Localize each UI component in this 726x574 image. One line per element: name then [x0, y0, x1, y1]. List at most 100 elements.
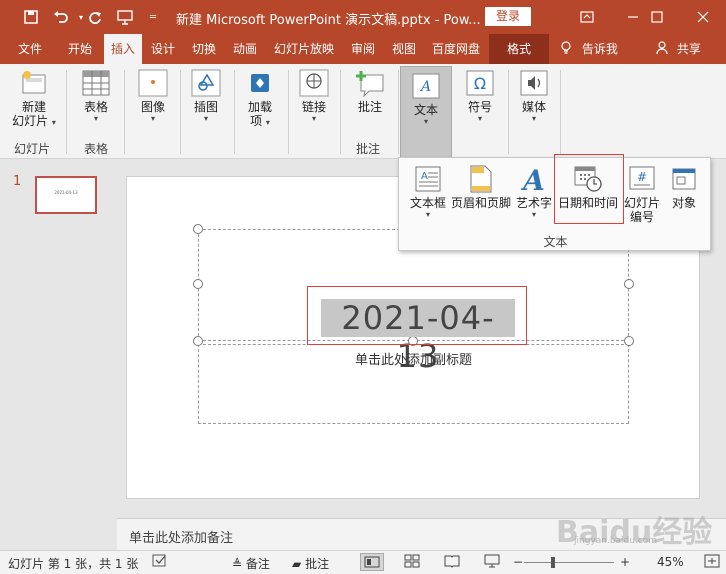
media-button[interactable]: 媒体 ▾	[514, 68, 554, 130]
divider	[288, 70, 289, 154]
object-button[interactable]: 对象	[663, 162, 705, 210]
symbols-button[interactable]: Ω 符号 ▾	[460, 68, 500, 130]
comments-toggle[interactable]: ▰ 批注	[292, 555, 329, 572]
fit-to-window-icon[interactable]	[704, 554, 720, 571]
addins-button[interactable]: 加载 项 ▾	[240, 68, 280, 130]
person-icon	[656, 41, 674, 56]
ribbon-display-icon[interactable]	[564, 0, 610, 34]
thumbnail-number: 1	[13, 174, 22, 189]
wordart-button[interactable]: A 艺术字 ▾	[513, 162, 555, 220]
resize-handle[interactable]	[624, 279, 634, 289]
table-label: 表格	[83, 100, 108, 114]
illustrations-button[interactable]: 插图 ▾	[186, 68, 226, 130]
textbox-icon: A	[407, 162, 449, 196]
group-label-comments: 批注	[356, 142, 381, 156]
redo-icon[interactable]	[84, 6, 106, 28]
text-button[interactable]: A 文本 ▾	[400, 66, 452, 158]
tab-insert[interactable]: 插入	[104, 34, 142, 64]
text-label: 文本	[413, 103, 438, 117]
document-title: 新建 Microsoft PowerPoint 演示文稿.pptx - Pow.…	[176, 13, 481, 28]
zoom-in-button[interactable]: +	[620, 555, 630, 569]
normal-view-button[interactable]	[360, 553, 384, 571]
tab-home[interactable]: 开始	[60, 34, 100, 64]
status-bar: 幻灯片 第 1 张，共 1 张 ≜ 备注 ▰ 批注 − + 45%	[0, 550, 726, 574]
new-slide-button[interactable]: 新建 幻灯片 ▾	[8, 68, 60, 130]
thumbnail-date: 2021-04-13	[54, 190, 78, 195]
tab-design[interactable]: 设计	[145, 34, 181, 64]
tab-slideshow[interactable]: 幻灯片放映	[268, 34, 340, 64]
tab-file[interactable]: 文件	[8, 34, 52, 64]
wordart-label: 艺术字	[515, 196, 552, 210]
slide-count-status: 幻灯片 第 1 张，共 1 张	[8, 557, 139, 571]
svg-text:Ω: Ω	[474, 74, 486, 93]
group-label-tables: 表格	[84, 142, 109, 156]
customize-icon[interactable]: ═	[142, 6, 164, 28]
slide-sorter-icon[interactable]	[404, 554, 420, 571]
zoom-out-button[interactable]: −	[513, 555, 523, 569]
comment-icon	[353, 68, 387, 98]
maximize-icon[interactable]	[634, 0, 680, 34]
header-footer-button[interactable]: 页眉和页脚	[449, 162, 513, 210]
notes-icon: ≜	[232, 557, 243, 571]
datetime-highlight-box	[554, 154, 624, 224]
table-button[interactable]: 表格 ▾	[74, 68, 118, 130]
resize-handle[interactable]	[193, 279, 203, 289]
subtitle-placeholder-text: 单击此处添加副标题	[354, 353, 472, 368]
resize-handle[interactable]	[193, 224, 203, 234]
new-slide-icon	[17, 68, 51, 98]
save-icon[interactable]	[20, 6, 42, 28]
undo-icon[interactable]	[50, 6, 72, 28]
comment-button[interactable]: 批注	[348, 68, 392, 130]
divider	[398, 70, 399, 154]
link-icon	[297, 68, 331, 98]
comment-label: 批注	[357, 100, 382, 114]
table-icon	[79, 68, 113, 98]
svg-text:A: A	[419, 79, 431, 95]
close-icon[interactable]	[680, 0, 726, 34]
zoom-slider-thumb[interactable]	[551, 557, 555, 568]
reading-view-icon[interactable]	[444, 554, 460, 571]
presenter-icon[interactable]	[114, 6, 136, 28]
divider	[508, 70, 509, 154]
slide-number-button[interactable]: # 幻灯片 编号	[621, 162, 663, 224]
spellcheck-icon[interactable]	[152, 554, 168, 571]
shapes-icon	[189, 68, 223, 98]
slide-thumbnail[interactable]: 2021-04-13	[35, 176, 97, 214]
illustrations-label: 插图	[193, 100, 218, 114]
watermark-url: jingyan.baidu.com	[574, 536, 658, 546]
slideshow-icon[interactable]	[484, 554, 500, 571]
image-button[interactable]: 图像 ▾	[132, 68, 174, 130]
tab-animations[interactable]: 动画	[226, 34, 264, 64]
tab-format[interactable]: 格式	[489, 34, 549, 64]
share-button[interactable]: 共享	[656, 34, 701, 64]
resize-handle[interactable]	[624, 336, 634, 346]
addins-label-2: 项	[250, 114, 263, 128]
image-icon	[136, 68, 170, 98]
tab-baidu-netdisk[interactable]: 百度网盘	[426, 34, 486, 64]
notes-placeholder: 单击此处添加备注	[129, 531, 234, 546]
share-label: 共享	[676, 42, 701, 56]
zoom-slider-track[interactable]	[524, 562, 614, 563]
tell-me[interactable]: 告诉我	[560, 34, 618, 64]
link-label: 链接	[301, 100, 326, 114]
link-button[interactable]: 链接 ▾	[294, 68, 334, 130]
resize-handle[interactable]	[193, 336, 203, 346]
header-footer-icon	[449, 162, 513, 196]
divider	[234, 70, 235, 154]
textbox-button[interactable]: A 文本框 ▾	[407, 162, 449, 220]
zoom-level[interactable]: 45%	[657, 555, 684, 569]
ribbon: 新建 幻灯片 ▾ 幻灯片 表格 ▾ 表格 图像 ▾ 插图 ▾ 加载 项 ▾ 链接…	[0, 64, 726, 159]
login-button[interactable]: 登录	[485, 7, 531, 26]
date-highlight-box	[307, 286, 527, 345]
divider	[66, 70, 67, 154]
divider	[180, 70, 181, 154]
tab-transitions[interactable]: 切换	[186, 34, 222, 64]
tab-review[interactable]: 审阅	[345, 34, 381, 64]
svg-text:#: #	[637, 170, 647, 184]
slide-number-label-2: 编号	[629, 210, 654, 224]
svg-text:A: A	[421, 171, 428, 182]
svg-text:A: A	[520, 164, 545, 194]
addins-icon	[243, 68, 277, 98]
notes-toggle[interactable]: ≜ 备注	[232, 555, 270, 572]
tab-view[interactable]: 视图	[386, 34, 422, 64]
